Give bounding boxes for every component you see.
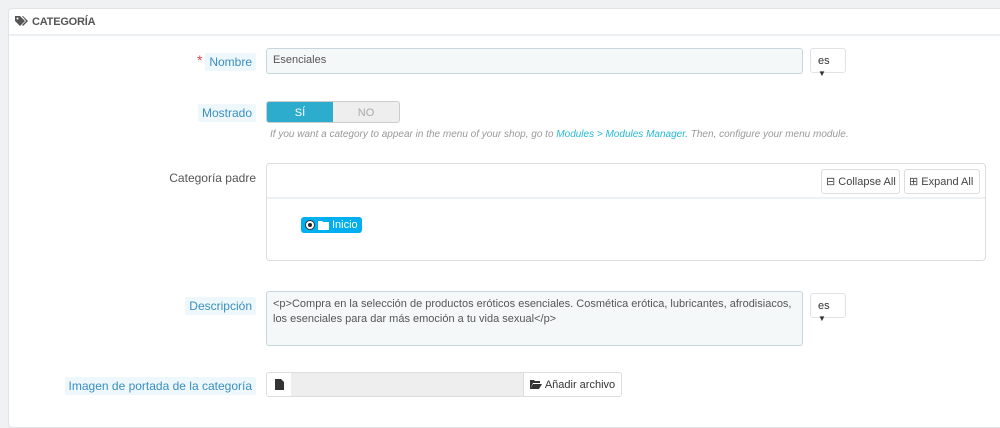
expand-all-button[interactable]: ⊞ Expand All [904, 169, 980, 194]
file-icon [267, 373, 291, 396]
minus-square-icon: ⊟ [826, 176, 836, 188]
name-input[interactable]: Esenciales [266, 48, 803, 74]
language-code: es [818, 55, 830, 67]
required-asterisk: * [197, 52, 203, 68]
displayed-switch[interactable]: SÍ NO [266, 101, 400, 123]
displayed-help-text: If you want a category to appear in the … [270, 129, 849, 140]
tags-icon [15, 16, 28, 26]
caret-down-icon: ▼ [818, 314, 826, 323]
folder-open-icon [529, 380, 542, 389]
help-text-after: Then, configure your menu module. [690, 129, 849, 140]
caret-down-icon: ▼ [818, 69, 826, 78]
panel-header: CATEGORÍA [9, 9, 1000, 36]
name-language-dropdown[interactable]: es ▼ [810, 48, 846, 78]
collapse-label: Collapse All [838, 176, 896, 188]
language-code: es [818, 300, 830, 312]
tree-toolbar: ⊟ Collapse All ⊞ Expand All [267, 164, 985, 199]
category-tree: ⊟ Collapse All ⊞ Expand All Inicio [266, 163, 986, 261]
tree-node-inicio[interactable]: Inicio [301, 217, 362, 233]
plus-square-icon: ⊞ [909, 176, 919, 188]
switch-yes[interactable]: SÍ [267, 102, 333, 122]
tree-node-label: Inicio [332, 219, 358, 231]
radio-selected[interactable] [305, 220, 315, 230]
modules-manager-link[interactable]: Modules > Modules Manager. [556, 129, 688, 140]
description-label: Descripción [185, 297, 256, 315]
displayed-label: Mostrado [197, 104, 256, 122]
switch-no[interactable]: NO [333, 102, 399, 122]
add-file-button[interactable]: Añadir archivo [523, 373, 621, 396]
description-language-dropdown[interactable]: es ▼ [810, 293, 846, 323]
file-name-field[interactable] [291, 373, 523, 396]
description-textarea[interactable]: <p>Compra en la selección de productos e… [266, 291, 803, 346]
collapse-all-button[interactable]: ⊟ Collapse All [821, 169, 900, 194]
name-label: Nombre [205, 53, 256, 71]
expand-label: Expand All [921, 176, 974, 188]
panel-title: CATEGORÍA [32, 16, 96, 28]
cover-image-label: Imagen de portada de la categoría [64, 377, 256, 395]
add-file-label: Añadir archivo [544, 378, 616, 391]
help-text-before: If you want a category to appear in the … [270, 129, 554, 140]
cover-image-upload[interactable]: Añadir archivo [266, 372, 622, 397]
parent-category-label: Categoría padre [169, 171, 256, 185]
folder-icon [318, 220, 329, 230]
